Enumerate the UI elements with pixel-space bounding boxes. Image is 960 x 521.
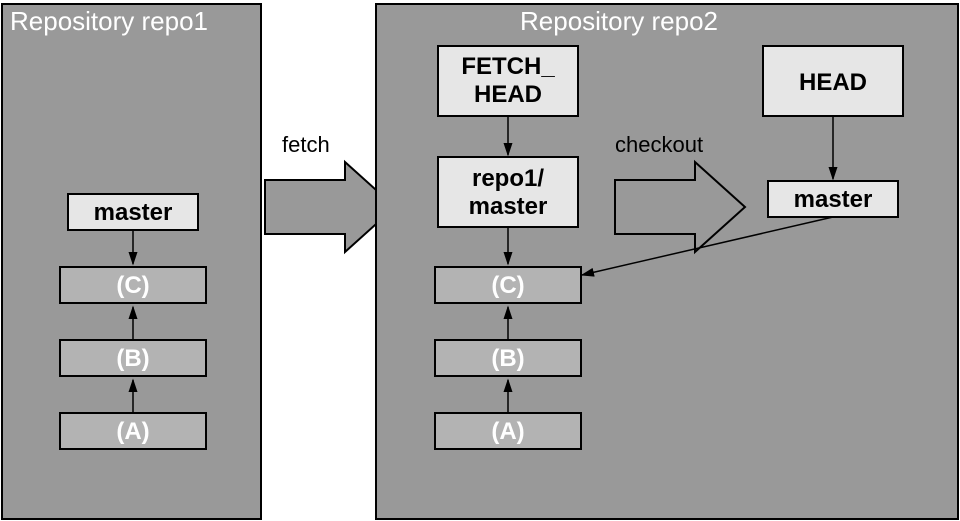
repo1-title: Repository repo1 bbox=[10, 6, 208, 36]
repo1-commit-a-label: (A) bbox=[116, 418, 149, 445]
repo2-fetch-head-l2: HEAD bbox=[474, 81, 542, 108]
repo1-commit-c-label: (C) bbox=[116, 272, 149, 299]
repo2-ref-master-label: master bbox=[794, 186, 873, 213]
repo2-remote-master-l1: repo1/ bbox=[472, 165, 544, 192]
checkout-label: checkout bbox=[615, 132, 703, 157]
repo2-remote-master-l2: master bbox=[469, 193, 548, 220]
repo2-head-label: HEAD bbox=[799, 69, 867, 96]
repo1-commit-b-label: (B) bbox=[116, 345, 149, 372]
fetch-label: fetch bbox=[282, 132, 330, 157]
repo1-ref-master-label: master bbox=[94, 199, 173, 226]
repo2-fetch-head-l1: FETCH_ bbox=[461, 53, 555, 80]
repo2-commit-b-label: (B) bbox=[491, 345, 524, 372]
repo2-title: Repository repo2 bbox=[520, 6, 718, 36]
repo2-commit-a-label: (A) bbox=[491, 418, 524, 445]
repo2-commit-c-label: (C) bbox=[491, 272, 524, 299]
